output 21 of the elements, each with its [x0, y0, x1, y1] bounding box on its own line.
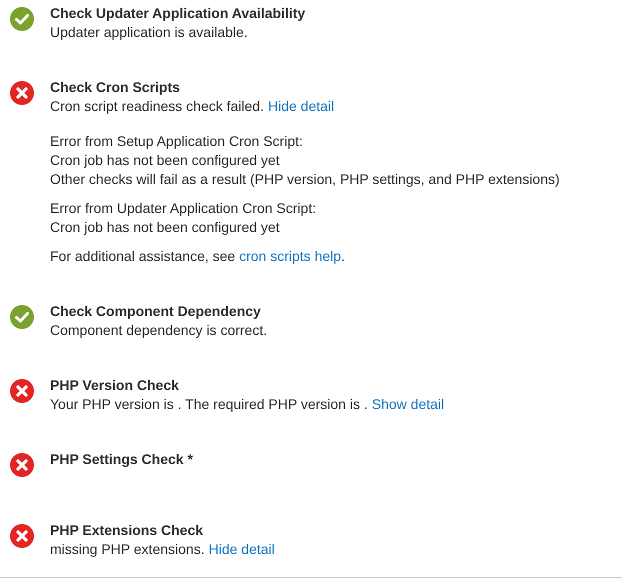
- check-title: Check Cron Scripts: [50, 78, 181, 97]
- check-title: Check Updater Application Availability: [50, 4, 306, 23]
- check-message: Your PHP version is . The required PHP version is .: [50, 395, 368, 414]
- detail-line: Cron job has not been configured yet: [50, 218, 281, 237]
- detail-line: Cron job has not been configured yet: [50, 151, 281, 170]
- check-title: PHP Settings Check *: [50, 450, 193, 469]
- check-title: PHP Version Check: [50, 376, 180, 395]
- detail-line: Error from Setup Application Cron Script:: [50, 132, 304, 151]
- check-title: Check Component Dependency: [50, 302, 262, 321]
- detail-line: Error from Updater Application Cron Script:: [50, 199, 318, 218]
- detail-line: Other checks will fail as a result (PHP version, PHP settings, and PHP extensions): [50, 170, 560, 189]
- check-message: Cron script readiness check failed.: [50, 97, 264, 116]
- help-sentence: For additional assistance, see cron scripts help.: [50, 247, 346, 266]
- check-message: Updater application is available.: [50, 23, 248, 42]
- detail-link[interactable]: Show detail: [372, 395, 444, 414]
- check-message: missing PHP extensions.: [50, 540, 205, 559]
- check-message: Component dependency is correct.: [50, 321, 268, 340]
- check-title: PHP Extensions Check: [50, 521, 204, 540]
- detail-link[interactable]: Hide detail: [208, 540, 275, 559]
- help-link[interactable]: cron scripts help: [239, 248, 342, 264]
- detail-link[interactable]: Hide detail: [268, 97, 334, 116]
